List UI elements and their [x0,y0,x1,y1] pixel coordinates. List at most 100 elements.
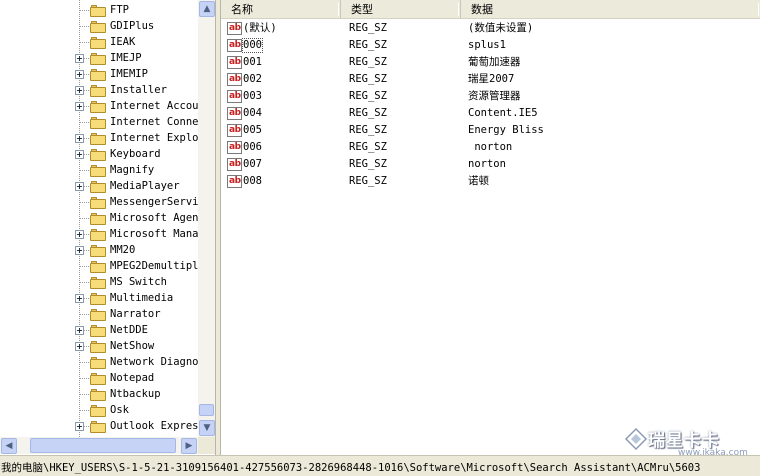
string-value-icon-text: ab [229,23,241,33]
expand-plus-icon[interactable] [75,150,84,159]
tree-item[interactable]: MessengerServi [0,194,198,210]
folder-icon [90,309,106,321]
value-type: REG_SZ [349,175,387,187]
scroll-right-button[interactable]: ▶ [181,438,197,454]
scroll-left-button[interactable]: ◀ [1,438,17,454]
tree-item[interactable]: MediaPlayer [0,178,198,194]
tree-item[interactable]: Outlook Expres [0,418,198,434]
expand-plus-icon[interactable] [75,294,84,303]
value-row[interactable]: ab 007 REG_SZ norton [221,156,760,173]
tree-vertical-scrollbar[interactable]: ▲ ▼ [198,0,215,437]
folder-icon [90,405,106,417]
tree-connector-line [80,266,89,267]
folder-icon [90,213,106,225]
value-row[interactable]: ab 006 REG_SZ norton [221,139,760,156]
value-row[interactable]: ab 003 REG_SZ 资源管理器 [221,88,760,105]
expand-plus-icon[interactable] [75,246,84,255]
tree-item[interactable]: Multimedia [0,290,198,306]
value-type: REG_SZ [349,39,387,51]
tree-item[interactable]: NetShow [0,338,198,354]
tree-item-label: MediaPlayer [110,180,180,192]
value-data: 诺顿 [468,175,489,187]
tree-connector-line [80,170,89,171]
value-row[interactable]: ab 004 REG_SZ Content.IE5 [221,105,760,122]
tree-horizontal-scroll-thumb[interactable] [30,438,176,453]
tree-connector-line [80,394,89,395]
value-name: 007 [243,158,262,170]
expand-plus-icon[interactable] [75,342,84,351]
tree-item-label: Osk [110,404,129,416]
string-value-icon-text: ab [229,57,241,67]
string-value-icon-text: ab [229,108,241,118]
tree-item[interactable]: Microsoft Mana [0,226,198,242]
expand-plus-icon[interactable] [75,422,84,431]
expand-plus-icon[interactable] [75,86,84,95]
tree-item[interactable]: Osk [0,402,198,418]
tree-item[interactable]: Narrator [0,306,198,322]
scroll-down-button[interactable]: ▼ [199,420,215,436]
tree-item[interactable]: Keyboard [0,146,198,162]
tree-item[interactable]: Ntbackup [0,386,198,402]
registry-values-pane: 名称 类型 数据 ab (默认) REG_SZ (数值未设置) ab 000 REG_SZ s… [220,0,760,455]
tree-horizontal-scrollbar[interactable]: ◀ ▶ [0,437,198,454]
column-header-data[interactable]: 数据 [461,0,760,19]
value-data: norton [468,158,506,170]
watermark-url: www.ikaka.com [678,448,748,458]
value-row[interactable]: ab (默认) REG_SZ (数值未设置) [221,20,760,37]
value-row[interactable]: ab 001 REG_SZ 葡萄加速器 [221,54,760,71]
tree-item[interactable]: IEAK [0,34,198,50]
tree-item[interactable]: Microsoft Agen [0,210,198,226]
string-value-icon: ab [227,158,242,171]
expand-plus-icon[interactable] [75,182,84,191]
tree-item[interactable]: IMEMIP [0,66,198,82]
string-value-icon: ab [227,124,242,137]
folder-icon [90,261,106,273]
value-row[interactable]: ab 000 REG_SZ splus1 [221,37,760,54]
expand-plus-icon[interactable] [75,54,84,63]
tree-item[interactable]: Magnify [0,162,198,178]
tree-item[interactable]: FTP [0,2,198,18]
tree-vertical-scroll-thumb[interactable] [199,404,214,416]
tree-item[interactable]: Internet Conne [0,114,198,130]
value-row[interactable]: ab 002 REG_SZ 瑞星2007 [221,71,760,88]
folder-icon [90,197,106,209]
expand-plus-icon[interactable] [75,102,84,111]
scroll-up-button[interactable]: ▲ [199,1,215,17]
expand-plus-icon[interactable] [75,70,84,79]
tree-connector-line [80,410,89,411]
tree-item[interactable]: Network Diagno [0,354,198,370]
folder-icon [90,325,106,337]
folder-icon [90,133,106,145]
value-name: 004 [243,107,262,119]
folder-icon [90,5,106,17]
tree-item[interactable]: Notepad [0,370,198,386]
tree-item[interactable]: NetDDE [0,322,198,338]
value-row[interactable]: ab 008 REG_SZ 诺顿 [221,173,760,190]
tree-item[interactable]: Internet Explo [0,130,198,146]
folder-icon [90,357,106,369]
value-row[interactable]: ab 005 REG_SZ Energy Bliss [221,122,760,139]
expand-plus-icon[interactable] [75,134,84,143]
folder-icon [90,21,106,33]
string-value-icon-text: ab [229,159,241,169]
tree-item-label: Installer [110,84,167,96]
tree-item[interactable]: GDIPlus [0,18,198,34]
column-header-name[interactable]: 名称 [221,0,341,19]
tree-item[interactable]: IMEJP [0,50,198,66]
expand-plus-icon[interactable] [75,230,84,239]
tree-item-label: Keyboard [110,148,161,160]
tree-item[interactable]: MM20 [0,242,198,258]
tree-item[interactable]: Internet Accou [0,98,198,114]
folder-icon [90,341,106,353]
tree-connector-line [80,282,89,283]
tree-item[interactable]: MS Switch [0,274,198,290]
tree-item-label: IMEMIP [110,68,148,80]
string-value-icon-text: ab [229,74,241,84]
folder-icon [90,421,106,433]
expand-plus-icon[interactable] [75,326,84,335]
tree-item[interactable]: MPEG2Demultipl [0,258,198,274]
tree-item-label: Network Diagno [110,356,198,368]
column-header-type[interactable]: 类型 [341,0,461,19]
string-value-icon: ab [227,141,242,154]
tree-item[interactable]: Installer [0,82,198,98]
